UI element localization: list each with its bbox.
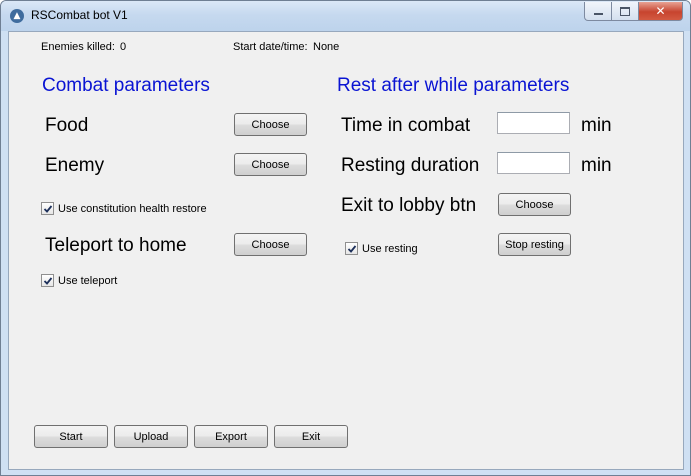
start-datetime-label: Start date/time:	[233, 41, 308, 53]
checkmark-icon	[43, 205, 53, 213]
use-resting-checkbox[interactable]: Use resting	[345, 242, 418, 255]
enemies-killed-value: 0	[120, 41, 127, 53]
time-in-combat-unit: min	[581, 115, 612, 136]
checkbox-box[interactable]	[345, 242, 358, 255]
use-resting-checkbox-label: Use resting	[362, 242, 418, 255]
time-in-combat-label: Time in combat	[341, 115, 471, 136]
window-title: RSCombat bot V1	[31, 8, 128, 22]
upload-button[interactable]: Upload	[114, 425, 188, 448]
maximize-icon	[620, 6, 630, 16]
use-teleport-checkbox-label: Use teleport	[58, 274, 118, 287]
teleport-choose-button[interactable]: Choose	[234, 233, 307, 256]
title-bar[interactable]: ▲ RSCombat bot V1 ✕	[1, 1, 690, 31]
checkmark-icon	[43, 277, 53, 285]
combat-parameters-heading: Combat parameters	[42, 75, 210, 96]
time-in-combat-input[interactable]	[497, 112, 570, 134]
close-icon: ✕	[655, 4, 666, 18]
app-icon: ▲	[10, 9, 24, 23]
checkbox-box[interactable]	[41, 202, 54, 215]
rest-parameters-heading: Rest after while parameters	[337, 75, 570, 96]
enemy-label: Enemy	[45, 155, 105, 176]
constitution-checkbox[interactable]: Use constitution health restore	[41, 202, 207, 215]
checkmark-icon	[347, 245, 357, 253]
exit-to-lobby-label: Exit to lobby btn	[341, 195, 477, 216]
enemy-choose-button[interactable]: Choose	[234, 153, 307, 176]
food-choose-button[interactable]: Choose	[234, 113, 307, 136]
food-label: Food	[45, 115, 89, 136]
start-datetime-value: None	[313, 41, 340, 53]
resting-duration-unit: min	[581, 155, 612, 176]
window-controls: ✕	[584, 2, 683, 21]
constitution-checkbox-label: Use constitution health restore	[58, 202, 207, 215]
checkbox-box[interactable]	[41, 274, 54, 287]
exit-to-lobby-choose-button[interactable]: Choose	[498, 193, 571, 216]
minimize-icon	[593, 12, 603, 15]
minimize-button[interactable]	[584, 2, 612, 21]
maximize-button[interactable]	[612, 2, 639, 21]
app-window: ▲ RSCombat bot V1 ✕ Enemies killed: 0 St…	[0, 0, 691, 476]
close-button[interactable]: ✕	[639, 2, 683, 21]
start-button[interactable]: Start	[34, 425, 108, 448]
export-button[interactable]: Export	[194, 425, 268, 448]
teleport-label: Teleport to home	[45, 235, 187, 256]
client-area: Enemies killed: 0 Start date/time: None …	[8, 31, 684, 470]
enemies-killed-label: Enemies killed:	[41, 41, 115, 53]
stop-resting-button[interactable]: Stop resting	[498, 233, 571, 256]
resting-duration-label: Resting duration	[341, 155, 480, 176]
use-teleport-checkbox[interactable]: Use teleport	[41, 274, 117, 287]
resting-duration-input[interactable]	[497, 152, 570, 174]
exit-button[interactable]: Exit	[274, 425, 348, 448]
